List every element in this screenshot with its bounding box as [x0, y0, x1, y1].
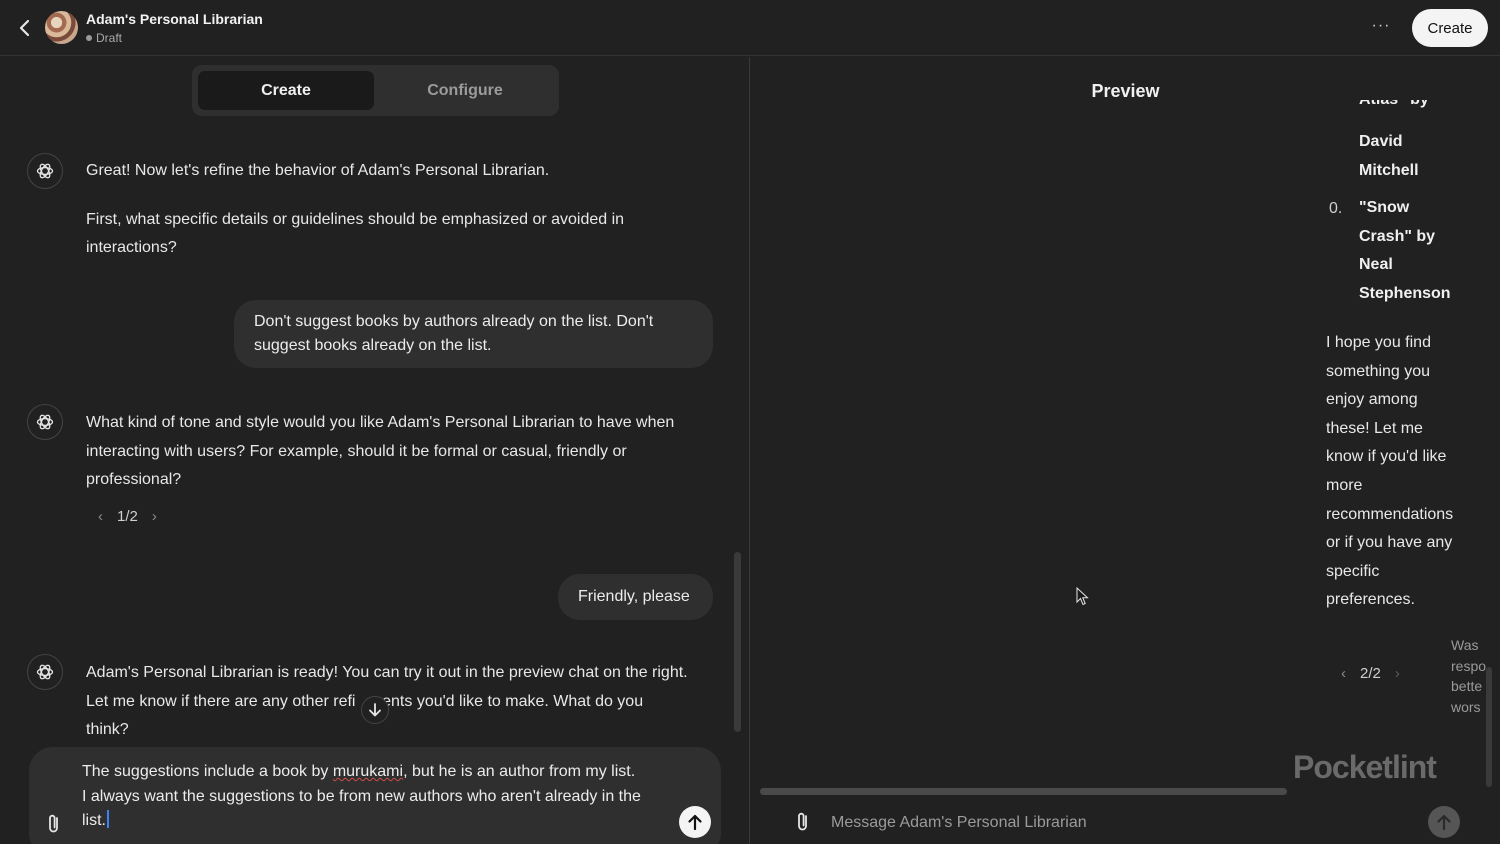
message-text: specific — [1326, 562, 1380, 580]
openai-logo-icon — [27, 404, 63, 440]
openai-logo-icon — [27, 153, 63, 189]
draft-status: Draft — [86, 31, 122, 45]
status-dot-icon — [86, 35, 92, 41]
chevron-right-icon[interactable]: › — [1395, 665, 1400, 682]
openai-logo-icon — [27, 654, 63, 690]
composer-text-segment: list. — [82, 812, 106, 829]
message-text: Atlas" by — [1359, 100, 1429, 114]
message-text: bette — [1451, 678, 1483, 694]
message-text: professional? — [86, 471, 182, 488]
message-text: interactions? — [86, 239, 177, 256]
message-text: suggest books already on the list. — [254, 337, 492, 354]
arrow-up-icon — [688, 814, 702, 831]
mouse-pointer-icon — [1076, 587, 1089, 606]
message-text: know if you'd like — [1326, 448, 1447, 466]
user-message: Don't suggest books by authors already o… — [234, 300, 713, 368]
scrollbar[interactable] — [1486, 667, 1492, 787]
chevron-left-icon[interactable] — [14, 16, 36, 40]
message-text: think? — [86, 721, 129, 738]
message-text: What kind of tone and style would you li… — [86, 414, 675, 431]
builder-pane: Create Configure Great! Now let's refine… — [0, 57, 750, 844]
composer-text-segment: The suggestions include a book by — [82, 763, 333, 780]
message-text: preferences. — [1326, 591, 1415, 609]
message-text: wors — [1451, 698, 1481, 715]
preview-send-button[interactable] — [1428, 806, 1460, 838]
pocketlint-watermark: Pocketlint — [1293, 749, 1437, 785]
send-button[interactable] — [679, 806, 711, 838]
pager-count: 2/2 — [1360, 665, 1381, 682]
status-label: Draft — [96, 31, 123, 45]
message-text: Great! Now let's refine the behavior of … — [86, 162, 550, 179]
builder-tabs: Create Configure — [192, 65, 559, 116]
paperclip-icon[interactable] — [792, 810, 814, 834]
assistant-message: What kind of tone and style would you li… — [86, 409, 726, 495]
preview-pane: Preview Atlas" by David Mitchell 0. "Sno… — [751, 57, 1500, 844]
composer-text-segment: , but he is an author from my list. — [403, 763, 636, 780]
message-text: recommendations — [1326, 505, 1454, 523]
chevron-right-icon[interactable]: › — [152, 508, 157, 525]
message-text: Crash" by — [1359, 227, 1436, 245]
preview-composer — [751, 802, 1500, 844]
response-pager: ‹ 1/2 › — [98, 508, 157, 525]
cut-off-text: Atlas" by — [1359, 100, 1429, 120]
misspelled-word: murukami — [332, 763, 404, 780]
create-button[interactable]: Create — [1412, 9, 1488, 47]
message-text: Don't suggest books by authors already o… — [254, 313, 654, 330]
preview-title: Preview — [1091, 81, 1160, 101]
message-text: First, what specific details or guidelin… — [86, 210, 625, 228]
message-text: David — [1359, 133, 1403, 150]
chevron-left-icon[interactable]: ‹ — [98, 508, 103, 525]
message-text: Was — [1451, 637, 1479, 653]
horizontal-scrollbar[interactable] — [760, 788, 1287, 795]
list-number: 0. — [1329, 200, 1343, 217]
arrow-up-icon — [1437, 814, 1451, 831]
message-text: respo — [1451, 657, 1487, 674]
message-text: Stephenson — [1359, 284, 1451, 302]
composer-input[interactable]: The suggestions include a book by muruka… — [82, 760, 682, 834]
message-text: or if you have any — [1326, 534, 1453, 552]
user-message: Friendly, please — [558, 574, 713, 620]
message-text: Mitchell — [1359, 161, 1419, 179]
book-list-item: David Mitchell — [1359, 128, 1419, 185]
composer-line: I always want the suggestions to be from… — [82, 787, 641, 805]
tab-configure[interactable]: Configure — [377, 71, 553, 110]
tab-create[interactable]: Create — [198, 71, 374, 110]
message-text: interacting with users? For example, sho… — [86, 442, 627, 460]
message-text: Neal — [1359, 256, 1393, 274]
arrow-down-icon — [369, 703, 381, 717]
assistant-message: Adam's Personal Librarian is ready! You … — [86, 659, 731, 745]
chevron-left-icon[interactable]: ‹ — [1341, 665, 1346, 682]
app-title: Adam's Personal Librarian — [86, 11, 263, 27]
composer-line: The suggestions include a book by muruka… — [82, 760, 682, 785]
message-text: more — [1326, 476, 1363, 494]
message-text: "Snow — [1359, 199, 1410, 216]
feedback-prompt: Was respo bette wors — [1451, 635, 1491, 717]
avatar — [45, 11, 78, 44]
assistant-message: Great! Now let's refine the behavior of … — [86, 157, 726, 263]
book-list-item: "Snow Crash" by Neal Stephenson — [1359, 194, 1451, 308]
text-caret — [107, 810, 109, 828]
message-text: Friendly, please — [578, 588, 690, 605]
assistant-message: I hope you find something you enjoy amon… — [1326, 329, 1453, 615]
composer-line: list. — [82, 809, 682, 834]
message-text: Let me know if there are any other refi … — [86, 692, 644, 710]
message-text: I hope you find — [1326, 334, 1431, 351]
message-text: Adam's Personal Librarian is ready! You … — [86, 664, 688, 681]
message-composer[interactable]: The suggestions include a book by muruka… — [29, 747, 721, 844]
scroll-to-bottom-button[interactable] — [361, 696, 389, 724]
top-bar: Adam's Personal Librarian Draft ··· Crea… — [0, 0, 1500, 56]
message-text: enjoy among — [1326, 391, 1418, 409]
scrollbar[interactable] — [734, 552, 741, 732]
preview-message-input[interactable] — [831, 808, 1411, 838]
message-text: these! Let me — [1326, 419, 1423, 437]
paperclip-icon[interactable] — [43, 812, 65, 836]
pager-count: 1/2 — [117, 508, 138, 525]
response-pager: ‹ 2/2 › — [1341, 665, 1400, 682]
more-options-button[interactable]: ··· — [1368, 14, 1394, 40]
message-text: something you — [1326, 362, 1431, 380]
